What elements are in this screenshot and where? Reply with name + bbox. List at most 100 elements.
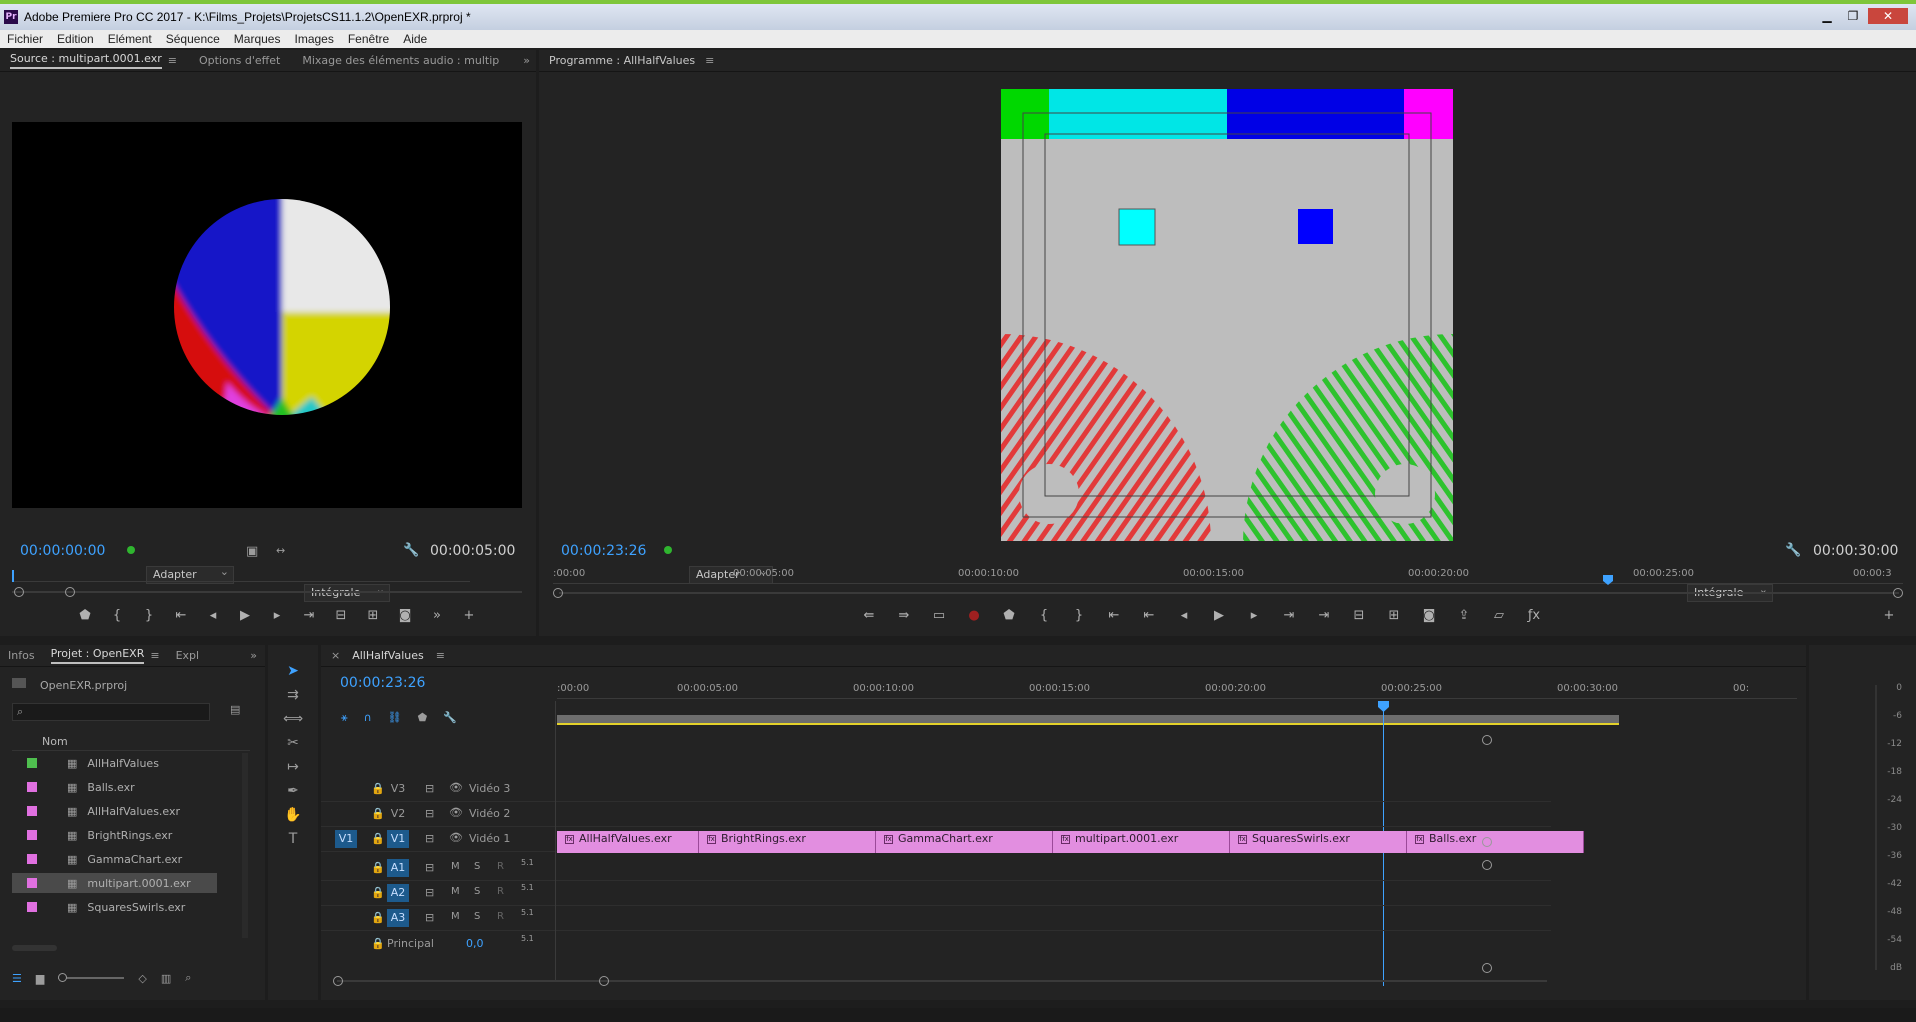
menu-icon[interactable]: ≡ <box>436 649 445 662</box>
sync-lock-icon[interactable]: ⊟ <box>425 832 434 845</box>
list-view-icon[interactable]: ☰ <box>12 972 22 985</box>
nest-icon[interactable]: ⚹ <box>341 711 348 725</box>
play-icon[interactable]: ▶ <box>1209 608 1229 623</box>
list-item[interactable]: ▦ AllHalfValues <box>12 753 217 773</box>
menu-icon[interactable]: ≡ <box>705 54 714 67</box>
zoom-slider[interactable] <box>58 973 125 982</box>
scrollbar[interactable] <box>242 753 248 938</box>
source-playhead[interactable] <box>12 570 14 582</box>
go-to-prev-edit-icon[interactable]: ⇤ <box>1139 608 1159 623</box>
settings-wrench-icon[interactable]: 🔧 <box>443 711 457 725</box>
azoom-handle[interactable] <box>1482 963 1492 973</box>
marker-icon[interactable]: ⬟ <box>75 608 95 623</box>
timeline-clip[interactable]: fx Balls.exr <box>1407 831 1584 853</box>
audio-track-a3[interactable]: 🔒 A3 ⊟ M S R 5.1 <box>321 907 1551 931</box>
add-button-icon[interactable]: + <box>459 608 479 623</box>
lock-icon[interactable]: 🔒 <box>371 886 385 899</box>
sequence-tab[interactable]: AllHalfValues <box>352 649 424 662</box>
mute-button[interactable]: M <box>451 911 460 922</box>
sync-lock-icon[interactable]: ⊟ <box>425 886 434 899</box>
extract-icon[interactable]: ⇛ <box>894 608 914 623</box>
mark-out-icon[interactable]: } <box>1069 608 1089 623</box>
mute-button[interactable]: M <box>451 886 460 897</box>
fx-icon[interactable]: ƒx <box>1524 608 1544 623</box>
close-tab-icon[interactable]: × <box>331 649 340 662</box>
zoom-handle-left[interactable] <box>14 587 24 597</box>
list-item[interactable]: ▦ SquaresSwirls.exr <box>12 897 217 917</box>
lift-icon[interactable]: ⇚ <box>859 608 879 623</box>
menu-images[interactable]: Images <box>287 32 340 46</box>
source-zoom-bar[interactable] <box>12 591 522 593</box>
lock-icon[interactable]: 🔒 <box>371 937 385 950</box>
go-to-in-icon[interactable]: ⇤ <box>171 608 191 623</box>
mute-button[interactable]: M <box>451 861 460 872</box>
export-icon[interactable]: ⇪ <box>1454 608 1474 623</box>
column-header[interactable]: Nom <box>12 733 250 751</box>
eye-icon[interactable]: 👁 <box>449 781 463 794</box>
type-tool-icon[interactable]: T <box>289 831 298 847</box>
sync-lock-icon[interactable]: ⊟ <box>425 861 434 874</box>
lift-clip-icon[interactable]: ⊟ <box>1349 608 1369 623</box>
track-target[interactable]: V2 <box>387 805 409 823</box>
go-to-out-icon[interactable]: ⇥ <box>1314 608 1334 623</box>
camera-icon[interactable]: ◙ <box>1419 608 1439 623</box>
lock-icon[interactable]: 🔒 <box>371 832 385 845</box>
lock-icon[interactable]: 🔒 <box>371 782 385 795</box>
comment-icon[interactable]: ▱ <box>1489 608 1509 623</box>
menu-aide[interactable]: Aide <box>396 32 434 46</box>
menu-marques[interactable]: Marques <box>227 32 288 46</box>
mark-in-icon[interactable]: { <box>107 608 127 623</box>
list-item[interactable]: ▦ multipart.0001.exr <box>12 873 217 893</box>
tab-infos[interactable]: Infos <box>8 649 35 662</box>
menu-icon[interactable]: ≡ <box>150 649 159 662</box>
track-target[interactable]: A2 <box>387 884 409 902</box>
work-area-bar[interactable] <box>557 715 1619 725</box>
tab-explorer[interactable]: Expl <box>176 649 200 662</box>
video-track-v3[interactable]: 🔒 V3 ⊟ 👁 Vidéo 3 <box>321 778 1551 802</box>
tab-source[interactable]: Source : multipart.0001.exr <box>10 52 162 69</box>
marker-icon[interactable]: ⬟ <box>999 608 1019 623</box>
slip-icon[interactable]: ↦ <box>287 759 299 775</box>
tab-project[interactable]: Projet : OpenEXR <box>50 647 145 664</box>
source-timecode[interactable]: 00:00:00:00 <box>20 543 105 559</box>
selection-tool-icon[interactable]: ➤ <box>287 663 299 679</box>
sort-icon[interactable]: ◇ <box>138 972 146 985</box>
hand-icon[interactable]: ✋ <box>284 807 301 823</box>
timeline-clip[interactable]: fx BrightRings.exr <box>699 831 876 853</box>
timeline-clip[interactable]: fx GammaChart.exr <box>876 831 1053 853</box>
master-track[interactable]: 🔒 Principal 0,0 5.1 <box>321 933 1551 957</box>
timeline-clip[interactable]: fx AllHalfValues.exr <box>557 831 699 853</box>
audio-track-a2[interactable]: 🔒 A2 ⊟ M S R 5.1 <box>321 882 1551 906</box>
menu-element[interactable]: Elément <box>101 32 159 46</box>
safe-margin-icon[interactable]: ▣ <box>246 544 258 559</box>
source-patch-v1[interactable]: V1 <box>335 830 357 848</box>
track-target[interactable]: A3 <box>387 909 409 927</box>
step-back-icon[interactable]: ◂ <box>203 608 223 623</box>
camera-icon[interactable]: ◙ <box>395 608 415 623</box>
mark-out-icon[interactable]: } <box>139 608 159 623</box>
overflow-icon[interactable]: » <box>523 54 530 67</box>
timeline-zoom-bar[interactable] <box>337 980 1547 982</box>
razor-icon[interactable]: ✂ <box>287 735 299 751</box>
step-forward-icon[interactable]: ▸ <box>267 608 287 623</box>
wrench-icon[interactable]: 🔧 <box>403 543 419 558</box>
video-track-v2[interactable]: 🔒 V2 ⊟ 👁 Vidéo 2 <box>321 803 1551 827</box>
list-item[interactable]: ▦ Balls.exr <box>12 777 217 797</box>
solo-button[interactable]: S <box>474 911 480 922</box>
extract-clip-icon[interactable]: ⊞ <box>1384 608 1404 623</box>
tab-effect-options[interactable]: Options d'effet <box>199 54 280 67</box>
add-button-icon[interactable]: + <box>1879 608 1899 623</box>
snap-icon[interactable]: ∩ <box>364 711 372 725</box>
list-item[interactable]: ▦ AllHalfValues.exr <box>12 801 217 821</box>
program-ruler[interactable]: :00:00 00:00:05:00 00:00:10:00 00:00:15:… <box>553 568 1903 584</box>
lock-icon[interactable]: 🔒 <box>371 861 385 874</box>
zoom-handle-right[interactable] <box>599 976 609 986</box>
zoom-handle-right[interactable] <box>65 587 75 597</box>
new-bin-icon[interactable]: ▤ <box>230 703 240 716</box>
azoom-handle[interactable] <box>1482 860 1492 870</box>
list-item[interactable]: ▦ GammaChart.exr <box>12 849 217 869</box>
timeline-clip[interactable]: fx SquaresSwirls.exr <box>1230 831 1407 853</box>
zoom-handle-right[interactable] <box>1893 588 1903 598</box>
record-voice-icon[interactable]: R <box>497 861 504 872</box>
minimize-icon[interactable]: ▁ <box>1816 8 1838 24</box>
